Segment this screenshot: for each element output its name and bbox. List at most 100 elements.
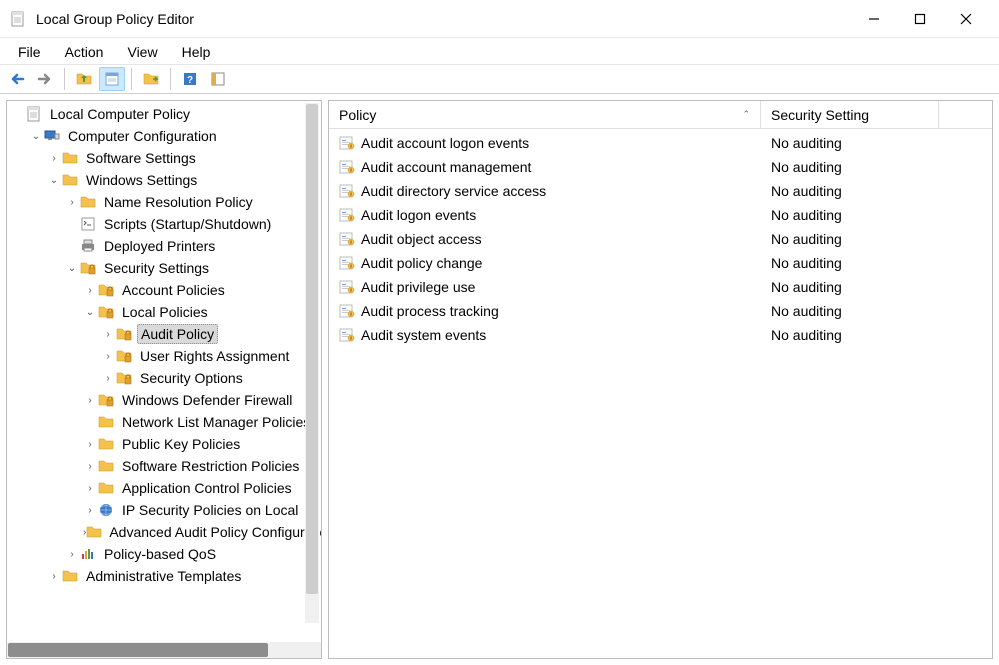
- tree-policy-qos[interactable]: ›Policy-based QoS: [7, 543, 321, 565]
- menu-file[interactable]: File: [8, 42, 51, 62]
- policy-name: Audit process tracking: [361, 303, 499, 319]
- tree-account-policies[interactable]: ›Account Policies: [7, 279, 321, 301]
- tree-user-rights[interactable]: ›User Rights Assignment: [7, 345, 321, 367]
- policy-item-icon: [339, 327, 355, 343]
- policy-setting: No auditing: [761, 327, 939, 343]
- list-item[interactable]: Audit policy change No auditing: [329, 251, 992, 275]
- tree-app-control[interactable]: ›Application Control Policies: [7, 477, 321, 499]
- policy-setting: No auditing: [761, 135, 939, 151]
- toolbar-divider: [64, 68, 65, 90]
- globe-icon: [97, 502, 115, 518]
- script-icon: [79, 216, 97, 232]
- app-icon: [10, 11, 26, 27]
- tree-scripts[interactable]: ›Scripts (Startup/Shutdown): [7, 213, 321, 235]
- toolbar: [0, 64, 999, 94]
- policy-setting: No auditing: [761, 231, 939, 247]
- tree-pane: ›Local Computer Policy ⌄Computer Configu…: [6, 100, 322, 659]
- work-area: ›Local Computer Policy ⌄Computer Configu…: [0, 94, 999, 665]
- policy-setting: No auditing: [761, 207, 939, 223]
- folder-lock-icon: [97, 392, 115, 408]
- up-folder-button[interactable]: [71, 67, 97, 91]
- list-item[interactable]: Audit directory service accessNo auditin…: [329, 179, 992, 203]
- policy-item-icon: [339, 159, 355, 175]
- show-pane-button[interactable]: [205, 67, 231, 91]
- folder-lock-icon: [115, 348, 133, 364]
- policy-name: Audit system events: [361, 327, 486, 343]
- policy-item-icon: [339, 279, 355, 295]
- list-item[interactable]: Audit object accessNo auditing: [329, 227, 992, 251]
- menu-view[interactable]: View: [117, 42, 167, 62]
- policy-name: Audit logon events: [361, 207, 476, 223]
- tree-admin-templates[interactable]: ›Administrative Templates: [7, 565, 321, 587]
- policy-tree[interactable]: ›Local Computer Policy ⌄Computer Configu…: [7, 101, 321, 642]
- folder-icon: [97, 458, 115, 474]
- tree-defender-firewall[interactable]: ›Windows Defender Firewall: [7, 389, 321, 411]
- bars-icon: [79, 546, 97, 562]
- properties-button[interactable]: [99, 67, 125, 91]
- export-button[interactable]: [138, 67, 164, 91]
- policy-item-icon: [339, 255, 355, 271]
- minimize-button[interactable]: [851, 4, 897, 34]
- policy-setting: No auditing: [761, 303, 939, 319]
- folder-icon: [97, 436, 115, 452]
- policy-name: Audit account logon events: [361, 135, 529, 151]
- tree-network-list[interactable]: ›Network List Manager Policies: [7, 411, 321, 433]
- column-header-setting[interactable]: Security Setting: [761, 101, 939, 128]
- list-item[interactable]: Audit account logon events No auditing: [329, 131, 992, 155]
- list-item[interactable]: Audit account managementNo auditing: [329, 155, 992, 179]
- sort-indicator-icon: ⌃: [742, 109, 750, 120]
- tree-computer-configuration[interactable]: ⌄Computer Configuration: [7, 125, 321, 147]
- tree-security-options[interactable]: ›Security Options: [7, 367, 321, 389]
- notepad-icon: [25, 106, 43, 122]
- list-item[interactable]: Audit logon events No auditing: [329, 203, 992, 227]
- folder-lock-icon: [97, 304, 115, 320]
- list-body: Audit account logon eventsNo auditingAud…: [329, 129, 992, 349]
- policy-item-icon: [339, 135, 355, 151]
- tree-horizontal-scrollbar[interactable]: [7, 642, 321, 658]
- tree-deployed-printers[interactable]: ›Deployed Printers: [7, 235, 321, 257]
- policy-item-icon: [339, 183, 355, 199]
- folder-icon: [97, 414, 115, 430]
- toolbar-divider: [170, 68, 171, 90]
- tree-local-policies[interactable]: ⌄Local Policies: [7, 301, 321, 323]
- column-header-policy[interactable]: Policy ⌃: [329, 101, 761, 128]
- printer-icon: [79, 238, 97, 254]
- forward-button[interactable]: [32, 67, 58, 91]
- list-item[interactable]: Audit system events No auditing: [329, 323, 992, 347]
- list-item[interactable]: Audit privilege use No auditing: [329, 275, 992, 299]
- tree-advanced-audit[interactable]: ›Advanced Audit Policy Configuration: [7, 521, 321, 543]
- folder-lock-icon: [115, 370, 133, 386]
- folder-icon: [97, 480, 115, 496]
- help-button[interactable]: [177, 67, 203, 91]
- policy-item-icon: [339, 231, 355, 247]
- tree-software-restriction[interactable]: ›Software Restriction Policies: [7, 455, 321, 477]
- tree-public-key[interactable]: ›Public Key Policies: [7, 433, 321, 455]
- policy-setting: No auditing: [761, 183, 939, 199]
- tree-vertical-scrollbar[interactable]: [305, 103, 319, 623]
- maximize-button[interactable]: [897, 4, 943, 34]
- policy-item-icon: [339, 207, 355, 223]
- menu-help[interactable]: Help: [172, 42, 221, 62]
- tree-security-settings[interactable]: ⌄Security Settings: [7, 257, 321, 279]
- folder-lock-icon: [97, 282, 115, 298]
- tree-software-settings[interactable]: ›Software Settings: [7, 147, 321, 169]
- tree-root[interactable]: ›Local Computer Policy: [7, 103, 321, 125]
- folder-lock-icon: [115, 326, 133, 342]
- tree-audit-policy[interactable]: ›Audit Policy: [7, 323, 321, 345]
- window-title: Local Group Policy Editor: [36, 11, 194, 27]
- policy-setting: No auditing: [761, 279, 939, 295]
- tree-name-resolution[interactable]: ›Name Resolution Policy: [7, 191, 321, 213]
- policy-setting: No auditing: [761, 255, 939, 271]
- menu-action[interactable]: Action: [55, 42, 114, 62]
- policy-name: Audit privilege use: [361, 279, 475, 295]
- policy-name: Audit policy change: [361, 255, 482, 271]
- toolbar-divider: [131, 68, 132, 90]
- computer-icon: [43, 128, 61, 144]
- tree-ip-security[interactable]: ›IP Security Policies on Local: [7, 499, 321, 521]
- policy-name: Audit account management: [361, 159, 531, 175]
- menu-bar: File Action View Help: [0, 38, 999, 64]
- back-button[interactable]: [4, 67, 30, 91]
- list-item[interactable]: Audit process tracking No auditing: [329, 299, 992, 323]
- tree-windows-settings[interactable]: ⌄Windows Settings: [7, 169, 321, 191]
- close-button[interactable]: [943, 4, 989, 34]
